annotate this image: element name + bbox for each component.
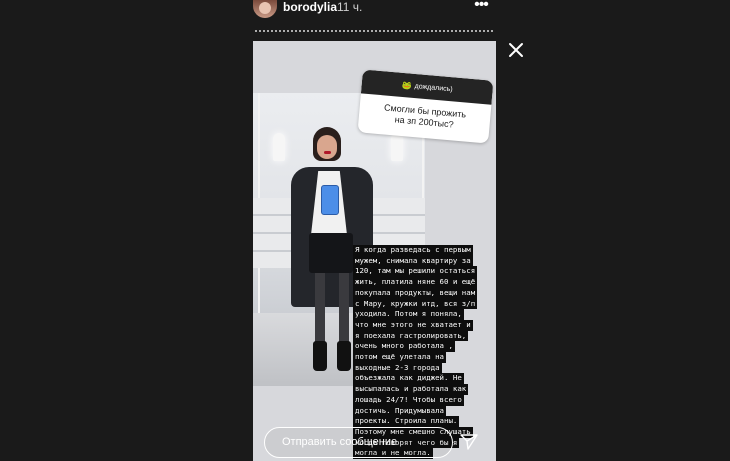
caption-line: потом ещё улетала на <box>353 352 446 363</box>
reply-input[interactable]: Отправить сообщение <box>264 427 453 458</box>
caption-line: уходила. Потом я поняла, <box>353 309 464 320</box>
caption-line: я поехала гастролировать, <box>353 330 469 342</box>
caption-line: покупала продукты, вещи нам <box>353 287 478 299</box>
poll-header-text: дождались) <box>414 82 453 93</box>
avatar[interactable] <box>253 0 277 18</box>
close-icon[interactable] <box>506 40 526 60</box>
more-dots-icon[interactable]: ••• <box>471 0 491 14</box>
caption-line: объезжала как диджей. Не <box>353 373 464 385</box>
caption-line: 120, там мы решили остаться <box>353 266 478 278</box>
caption-line: очень много работала , <box>353 341 455 353</box>
username[interactable]: borodylia <box>283 0 337 16</box>
story-progress-bar <box>254 30 494 32</box>
caption-line: с Мару, кружки итд, вся з/п <box>353 298 478 310</box>
caption-line: проекты. Строила планы. <box>353 416 460 427</box>
poll-sticker[interactable]: 🐸 дождались) Смогли бы прожить на зп 200… <box>357 69 494 144</box>
caption-line: лошадь 24/7! Чтобы всего <box>353 394 464 406</box>
story-caption: Я когда разведась с первым мужем, снимал… <box>353 245 493 460</box>
caption-line: мужем, снимала квартиру за <box>353 255 473 267</box>
caption-line: жить, платила няне 60 и ещё <box>353 277 478 288</box>
caption-line: высыпалась и работала как <box>353 384 469 395</box>
story-card[interactable]: 🐸 дождались) Смогли бы прожить на зп 200… <box>253 41 496 461</box>
caption-line: Я когда разведась с первым <box>353 245 473 256</box>
caption-line: достичь. Придумывала <box>353 405 446 417</box>
send-icon[interactable] <box>458 430 480 452</box>
frog-emoji-icon: 🐸 <box>401 80 413 91</box>
post-time: 11 ч. <box>337 0 363 14</box>
caption-line: что мне этого не хватает и <box>353 319 473 331</box>
caption-line: выходные 2-3 города <box>353 362 442 374</box>
story-header: borodylia 11 ч. ••• <box>0 0 730 30</box>
